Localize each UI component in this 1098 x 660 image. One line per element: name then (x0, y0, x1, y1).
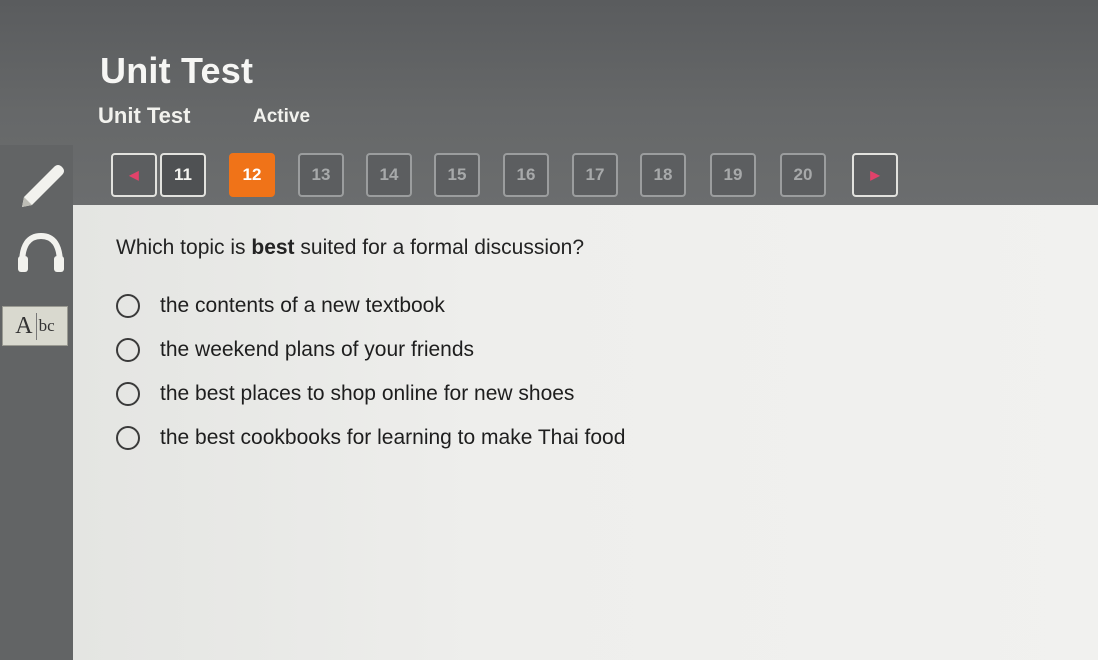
radio-button[interactable] (116, 382, 140, 406)
page-button-12[interactable]: 12 (229, 153, 275, 197)
answer-option-label: the contents of a new textbook (160, 294, 445, 317)
chevron-right-icon: ▶ (870, 168, 880, 182)
tools-sidebar (0, 145, 73, 660)
answer-option-2[interactable]: the weekend plans of your friends (116, 334, 474, 366)
status-label: Active (253, 106, 311, 127)
previous-question-button[interactable]: ◀ (111, 153, 157, 197)
dictionary-icon: A bc (2, 306, 68, 346)
question-pager: ◀ 11 12 13 14 15 16 17 18 19 20 ▶ (0, 149, 1098, 201)
page-button-18[interactable]: 18 (640, 153, 686, 197)
answer-option-label: the weekend plans of your friends (160, 338, 475, 361)
dictionary-tool-button[interactable]: A bc (2, 304, 68, 348)
test-subtitle: Unit Test (98, 103, 191, 128)
question-text-start: Which topic is (116, 236, 252, 259)
answer-option-1[interactable]: the contents of a new textbook (116, 290, 445, 322)
page-button-15[interactable]: 15 (434, 153, 480, 197)
question-emphasis: best (251, 236, 295, 259)
answer-option-label: the best places to shop online for new s… (160, 382, 575, 405)
headphones-tool-button[interactable] (16, 230, 66, 274)
page-button-11[interactable]: 11 (160, 153, 206, 197)
page-button-13[interactable]: 13 (298, 153, 344, 197)
dictionary-icon-letter-a: A (15, 312, 37, 340)
radio-button[interactable] (116, 294, 140, 318)
page-button-16[interactable]: 16 (503, 153, 549, 197)
question-text: Which topic is best suited for a formal … (116, 236, 584, 260)
radio-button[interactable] (116, 338, 140, 362)
chevron-left-icon: ◀ (129, 168, 139, 182)
answer-option-3[interactable]: the best places to shop online for new s… (116, 378, 574, 410)
dictionary-icon-letters-bc: bc (38, 316, 55, 335)
answer-option-4[interactable]: the best cookbooks for learning to make … (116, 422, 625, 454)
page-button-17[interactable]: 17 (572, 153, 618, 197)
answer-option-label: the best cookbooks for learning to make … (160, 426, 626, 449)
question-text-end: suited for a formal discussion? (294, 236, 585, 259)
page-button-14[interactable]: 14 (366, 153, 412, 197)
page-button-19[interactable]: 19 (710, 153, 756, 197)
headphones-icon (18, 232, 64, 272)
page-button-20[interactable]: 20 (780, 153, 826, 197)
next-question-button[interactable]: ▶ (852, 153, 898, 197)
page-title: Unit Test (100, 50, 254, 91)
radio-button[interactable] (116, 426, 140, 450)
